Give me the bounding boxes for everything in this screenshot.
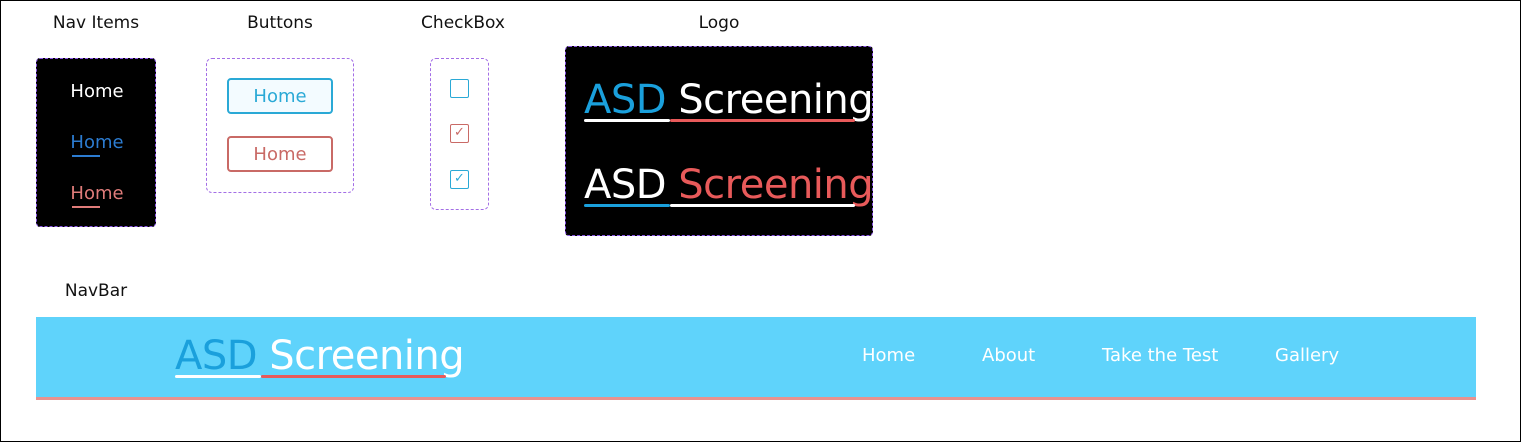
checkbox-checked-red[interactable]: ✓ [450, 124, 469, 143]
logo-word-asd: ASD [584, 162, 667, 208]
nav-link-about[interactable]: About [982, 345, 1035, 366]
nav-items-panel: Home Home Home [36, 58, 156, 227]
logo-variant-red: ASD Screening [584, 162, 874, 208]
label-logo: Logo [698, 13, 740, 33]
brand-underline-left [175, 375, 261, 378]
logo-underline-right [670, 204, 855, 207]
home-button-secondary[interactable]: Home [227, 136, 333, 172]
navbar: ASD Screening Home About Take the Test G… [36, 317, 1476, 400]
logo-word-screening: Screening [678, 162, 874, 208]
logo-underline-right [670, 119, 855, 122]
nav-item-active[interactable]: Home [37, 132, 157, 157]
nav-link-take-the-test[interactable]: Take the Test [1102, 345, 1218, 366]
checkbox-unchecked[interactable] [450, 79, 469, 98]
checkbox-checked-blue[interactable]: ✓ [450, 170, 469, 189]
nav-link-gallery[interactable]: Gallery [1275, 345, 1339, 366]
nav-link-home[interactable]: Home [862, 345, 915, 366]
checkmark-icon: ✓ [454, 125, 465, 140]
home-button-primary[interactable]: Home [227, 78, 333, 114]
logo-word-screening: Screening [678, 77, 874, 123]
navbar-brand-logo[interactable]: ASD Screening [175, 333, 465, 379]
label-checkbox: CheckBox [421, 13, 505, 33]
nav-item-default[interactable]: Home [37, 81, 157, 102]
label-navbar: NavBar [64, 281, 128, 301]
brand-underline-right [261, 375, 446, 378]
brand-word-asd: ASD [175, 333, 258, 379]
label-buttons: Buttons [247, 13, 313, 33]
nav-item-label: Home [70, 183, 124, 204]
logo-underline-left [584, 204, 670, 207]
nav-item-underline [72, 155, 100, 157]
logo-underline-left [584, 119, 670, 122]
checkmark-icon: ✓ [454, 171, 465, 186]
nav-item-label: Home [70, 81, 124, 102]
brand-word-screening: Screening [269, 333, 465, 379]
logo-word-asd: ASD [584, 77, 667, 123]
buttons-panel: Home Home [206, 58, 354, 193]
label-nav-items: Nav Items [52, 13, 140, 33]
logo-panel: ASD Screening ASD Screening [565, 46, 874, 236]
logo-variant-blue: ASD Screening [584, 77, 874, 123]
checkbox-panel: ✓ ✓ [430, 58, 489, 210]
nav-item-hover[interactable]: Home [37, 183, 157, 208]
nav-item-label: Home [70, 132, 124, 153]
nav-item-underline [72, 206, 100, 208]
